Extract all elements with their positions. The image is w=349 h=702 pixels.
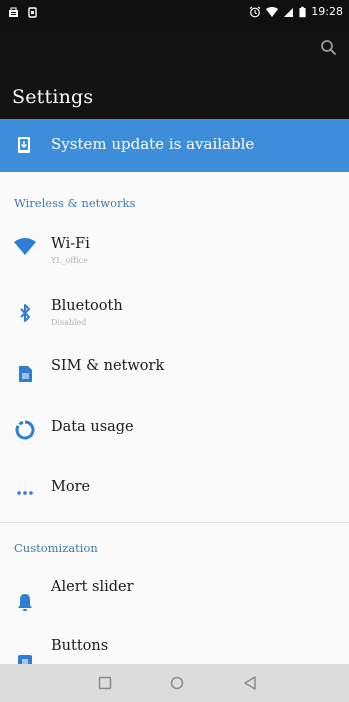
- settings-item-alert-slider[interactable]: Alert slider: [0, 565, 349, 625]
- settings-item-title: Wi-Fi: [51, 236, 90, 252]
- home-button[interactable]: [168, 674, 186, 692]
- settings-item-title: Data usage: [51, 419, 134, 435]
- navigation-bar: [0, 664, 349, 702]
- section-header-wireless: Wireless & networks: [14, 196, 136, 210]
- wifi-icon: [14, 238, 36, 255]
- settings-item-title: More: [51, 479, 91, 495]
- recents-button[interactable]: [96, 674, 114, 692]
- back-button[interactable]: [241, 674, 259, 692]
- section-divider: [0, 522, 349, 523]
- status-bar: 19:28: [0, 0, 349, 26]
- settings-item-data-usage[interactable]: Data usage: [0, 403, 349, 463]
- settings-item-wifi[interactable]: Wi-Fi YL_office: [0, 222, 349, 282]
- bell-icon: [18, 594, 32, 611]
- settings-screen: 19:28 Settings System update is availabl…: [0, 0, 349, 702]
- status-left-icons: [8, 7, 38, 18]
- page-title: Settings: [12, 86, 94, 108]
- system-update-banner[interactable]: System update is available: [0, 119, 349, 172]
- notification-icon: [9, 7, 18, 17]
- settings-item-title: Alert slider: [51, 579, 134, 595]
- sim-icon: [28, 7, 37, 18]
- settings-item-title: SIM & network: [51, 358, 165, 374]
- data-usage-icon: [15, 420, 35, 440]
- settings-item-bluetooth[interactable]: Bluetooth Disabled: [0, 283, 349, 343]
- battery-icon: [299, 6, 306, 18]
- settings-item-title: Bluetooth: [51, 298, 123, 314]
- sim-card-icon: [19, 366, 32, 382]
- settings-item-sim-network[interactable]: SIM & network: [0, 343, 349, 403]
- settings-item-subtitle: Disabled: [51, 318, 87, 327]
- more-icon: [17, 491, 33, 495]
- toolbar: Settings: [0, 26, 349, 119]
- wifi-signal-icon: [266, 6, 279, 17]
- system-update-label: System update is available: [51, 135, 255, 153]
- alarm-icon: [249, 6, 261, 18]
- section-header-customization: Customization: [14, 541, 98, 555]
- settings-item-title: Buttons: [51, 638, 109, 654]
- system-update-icon: [18, 137, 30, 153]
- search-icon[interactable]: [319, 38, 339, 58]
- settings-item-more[interactable]: More: [0, 463, 349, 523]
- status-time: 19:28: [311, 5, 343, 18]
- bluetooth-icon: [20, 304, 30, 322]
- settings-item-subtitle: YL_office: [51, 256, 88, 265]
- status-right-icons: 19:28: [249, 5, 343, 19]
- cell-signal-icon: [284, 7, 294, 17]
